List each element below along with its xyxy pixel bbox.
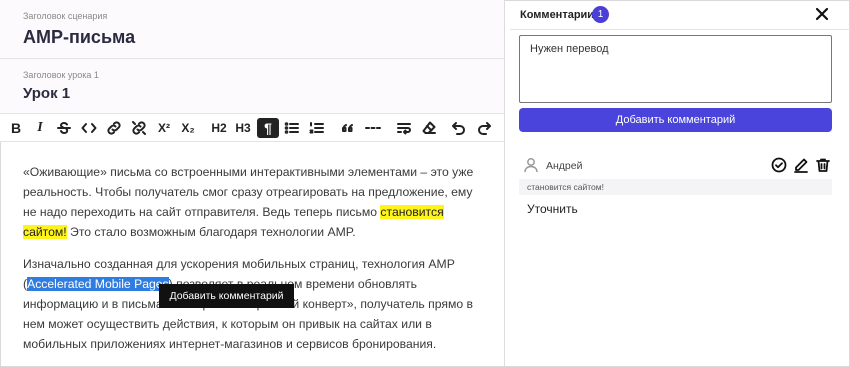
scenario-label: Заголовок сценария bbox=[23, 11, 108, 21]
heading-3-button[interactable]: H3 bbox=[232, 118, 254, 138]
editor-content[interactable]: «Оживающие» письма со встроенными интера… bbox=[23, 162, 483, 366]
paragraph[interactable]: «Оживающие» письма со встроенными интера… bbox=[23, 162, 483, 242]
italic-button[interactable]: I bbox=[29, 118, 51, 138]
comments-title: Комментарии bbox=[520, 9, 595, 21]
wrap-button[interactable] bbox=[393, 118, 415, 138]
user-icon bbox=[524, 157, 538, 173]
horizontal-rule-button[interactable] bbox=[362, 118, 384, 138]
add-comment-button[interactable]: Добавить комментарий bbox=[519, 108, 832, 132]
delete-button[interactable] bbox=[815, 157, 831, 173]
bullet-list-button[interactable] bbox=[281, 118, 303, 138]
close-icon bbox=[815, 7, 829, 21]
link-icon bbox=[107, 121, 121, 135]
horizontal-rule-icon bbox=[365, 127, 381, 129]
unlink-icon bbox=[132, 121, 146, 135]
editor-panel: Заголовок сценария AMP-письма Заголовок … bbox=[0, 0, 505, 367]
resolve-button[interactable] bbox=[771, 157, 787, 173]
code-button[interactable] bbox=[78, 118, 100, 138]
lesson-title[interactable]: Урок 1 bbox=[23, 85, 70, 102]
link-button[interactable] bbox=[103, 118, 125, 138]
edit-button[interactable] bbox=[793, 157, 809, 173]
close-button[interactable] bbox=[815, 7, 829, 21]
check-circle-icon bbox=[771, 157, 787, 173]
trash-icon bbox=[816, 158, 830, 172]
ordered-list-icon bbox=[309, 122, 324, 134]
undo-icon bbox=[452, 122, 465, 135]
redo-button[interactable] bbox=[473, 118, 495, 138]
comments-count-badge: 1 bbox=[592, 6, 609, 23]
comment-input[interactable] bbox=[519, 35, 832, 103]
lesson-label: Заголовок урока 1 bbox=[23, 70, 99, 80]
comment-author: Андрей bbox=[546, 160, 583, 172]
paragraph-button[interactable]: ¶ bbox=[257, 118, 279, 138]
comments-panel: Комментарии 1 Добавить комментарий Андре… bbox=[510, 0, 850, 367]
ordered-list-button[interactable] bbox=[306, 118, 328, 138]
comment-quote: становится сайтом! bbox=[519, 179, 832, 195]
superscript-button[interactable]: X² bbox=[153, 118, 175, 138]
bold-button[interactable]: B bbox=[5, 118, 27, 138]
lesson-title-block[interactable]: Заголовок урока 1 Урок 1 bbox=[0, 59, 504, 114]
bullet-list-icon bbox=[284, 122, 299, 134]
redo-icon bbox=[478, 122, 491, 135]
unlink-button[interactable] bbox=[128, 118, 150, 138]
heading-2-button[interactable]: H2 bbox=[208, 118, 230, 138]
code-icon bbox=[81, 123, 97, 133]
quote-button[interactable] bbox=[337, 118, 359, 138]
undo-button[interactable] bbox=[448, 118, 470, 138]
pencil-icon bbox=[794, 158, 808, 173]
scenario-title[interactable]: AMP-письма bbox=[23, 27, 135, 48]
scenario-title-block[interactable]: Заголовок сценария AMP-письма bbox=[0, 0, 504, 59]
selected-text[interactable]: Accelerated Mobile Pages bbox=[27, 277, 169, 291]
strikethrough-icon bbox=[57, 122, 71, 134]
eraser-icon bbox=[422, 121, 436, 134]
editor-toolbar: B I X² X₂ H2 H3 ¶ bbox=[0, 114, 504, 142]
strikethrough-button[interactable] bbox=[53, 118, 75, 138]
subscript-button[interactable]: X₂ bbox=[177, 118, 199, 138]
clear-format-button[interactable] bbox=[418, 118, 440, 138]
quote-icon bbox=[342, 124, 353, 132]
wrap-icon bbox=[397, 123, 411, 135]
paragraph-text: Это стало возможным благодаря технологии… bbox=[66, 225, 356, 239]
comments-header: Комментарии 1 bbox=[510, 0, 850, 30]
add-comment-tooltip[interactable]: Добавить комментарий bbox=[159, 284, 294, 308]
comment-text: Уточнить bbox=[527, 202, 578, 216]
